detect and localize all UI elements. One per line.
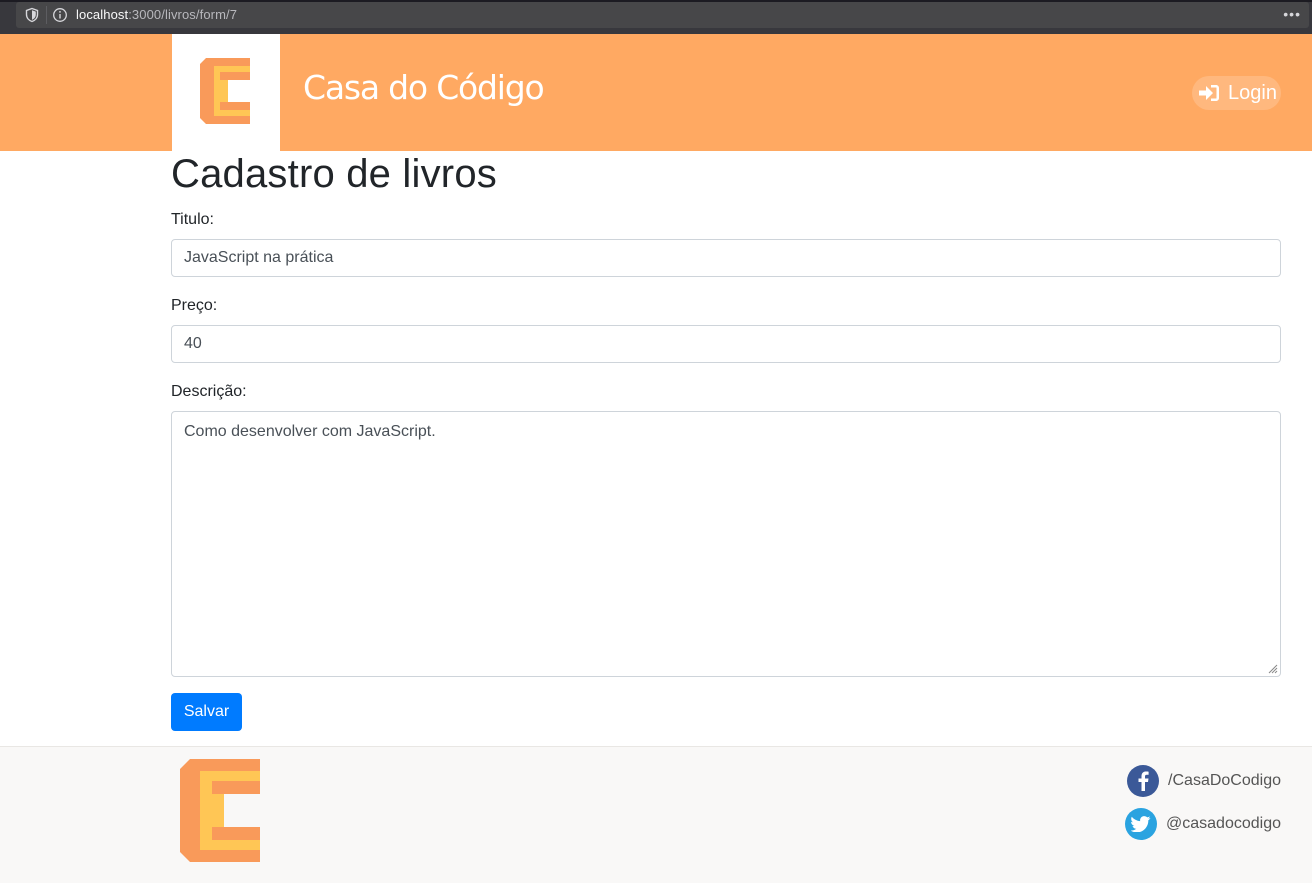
brand-name[interactable]: Casa do Código	[303, 68, 545, 107]
casa-do-codigo-logo-icon	[200, 58, 252, 124]
footer-logo-icon[interactable]	[180, 759, 262, 862]
descricao-textarea[interactable]: Como desenvolver com JavaScript.	[171, 411, 1281, 677]
site-header: Casa do Código Login	[0, 34, 1312, 151]
page-title: Cadastro de livros	[171, 152, 497, 196]
resize-grip-icon[interactable]	[1268, 664, 1278, 674]
url-host: localhost	[76, 7, 129, 22]
sign-in-icon	[1199, 85, 1219, 101]
twitter-label: @casadocodigo	[1166, 815, 1281, 832]
preco-label: Preço:	[171, 297, 218, 314]
site-info-icon[interactable]	[52, 7, 68, 23]
facebook-icon	[1127, 765, 1160, 797]
facebook-label: /CasaDoCodigo	[1168, 772, 1281, 789]
browser-toolbar: localhost:3000/livros/form/7 •••	[0, 0, 1312, 34]
preco-input[interactable]: 40	[171, 325, 1281, 363]
descricao-label: Descrição:	[171, 383, 247, 400]
twitter-link[interactable]: @casadocodigo	[1125, 808, 1281, 840]
facebook-f-icon	[1138, 771, 1149, 791]
login-label: Login	[1228, 81, 1277, 104]
save-button[interactable]: Salvar	[171, 693, 242, 731]
titulo-input[interactable]: JavaScript na prática	[171, 239, 1281, 277]
address-bar-separator	[46, 6, 47, 24]
twitter-bird-icon	[1131, 816, 1151, 832]
address-bar[interactable]: localhost:3000/livros/form/7 •••	[16, 2, 1309, 28]
facebook-link[interactable]: /CasaDoCodigo	[1127, 765, 1281, 797]
site-footer: /CasaDoCodigo @casadocodigo	[0, 746, 1312, 883]
tracking-protection-shield-icon[interactable]	[24, 7, 40, 23]
login-button[interactable]: Login	[1192, 76, 1281, 110]
titulo-label: Titulo:	[171, 211, 214, 228]
url-path: :3000/livros/form/7	[128, 7, 238, 22]
url-text[interactable]: localhost:3000/livros/form/7	[76, 7, 237, 22]
descricao-text: Como desenvolver com JavaScript.	[184, 423, 436, 440]
twitter-icon	[1125, 808, 1158, 840]
header-logo[interactable]	[172, 34, 280, 151]
page-actions-menu-icon[interactable]: •••	[1283, 6, 1301, 22]
